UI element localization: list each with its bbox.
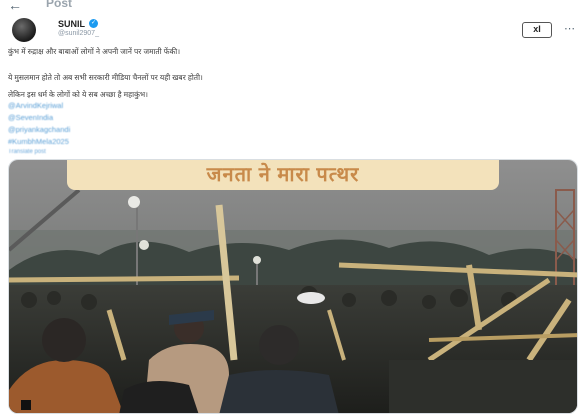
hashtag-link[interactable]: #KumbhMela2025	[8, 137, 69, 147]
grok-button[interactable]: xI	[522, 22, 552, 38]
verified-badge-icon: ✓	[89, 19, 98, 28]
tweet-text-line: ये मुसलमान होते तो अब सभी सरकारी मीडिया …	[8, 73, 203, 82]
mention-link[interactable]: @priyankagchandi	[8, 125, 70, 135]
mention-link[interactable]: @ArvindKejriwal	[8, 101, 63, 111]
page-title: Post	[46, 0, 73, 10]
tweet-text-line: लेकिन इस धर्म के लोगों को ये सब अच्छा है…	[8, 90, 148, 99]
video-caption: जनता ने मारा पत्थर	[67, 160, 499, 190]
more-options-icon[interactable]: ⋯	[564, 22, 575, 35]
tweet-header: SUNIL ✓ @sunil2907_ xI ⋯	[0, 16, 586, 46]
tweet-text-line: कुंभ में रुद्राक्ष और बाबाओं लोगों ने अप…	[8, 47, 181, 56]
tweet-media[interactable]: जनता ने मारा पत्थर	[8, 159, 578, 414]
translate-post-link[interactable]: Translate post	[8, 149, 46, 155]
author-name[interactable]: SUNIL	[58, 19, 85, 29]
video-frame-image	[9, 160, 577, 413]
mention-link[interactable]: @SevenIndia	[8, 113, 53, 123]
author-handle[interactable]: @sunil2907_	[58, 30, 99, 37]
back-arrow-icon[interactable]: ←	[8, 0, 22, 13]
avatar[interactable]	[12, 18, 36, 42]
top-bar: ← Post	[0, 0, 586, 14]
